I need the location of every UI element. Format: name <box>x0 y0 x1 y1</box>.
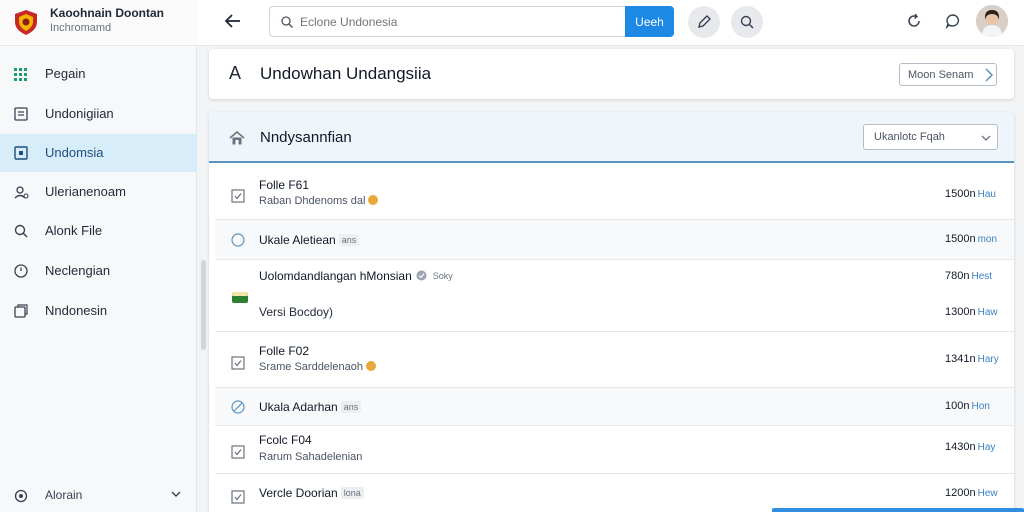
next-button[interactable]: Moon Senam <box>899 63 997 86</box>
chat-bubble-icon[interactable] <box>944 12 962 30</box>
edit-button[interactable] <box>688 6 720 38</box>
item-size: 100n Hon <box>945 400 990 412</box>
progress-indicator <box>772 508 1024 512</box>
back-arrow-icon[interactable] <box>222 10 244 32</box>
item-subtitle: Raban Dhdenoms dal <box>259 195 379 207</box>
document-icon <box>14 107 28 121</box>
checkbox-icon[interactable] <box>231 189 245 203</box>
file-list-panel: Nndysannfian Ukanlotc Fqah Folle F61 Rab… <box>209 112 1014 512</box>
list-item[interactable]: Uolomdandlangan hMonsian Soky 780n Hest Ve… <box>215 260 1014 332</box>
search-button[interactable]: Ueeh <box>625 6 674 37</box>
package-icon <box>232 292 248 303</box>
chevron-right-icon <box>985 68 994 82</box>
item-title: Ukale Aletiean ans <box>259 233 360 247</box>
verified-icon <box>416 270 427 281</box>
sidebar-item-label: Neclengian <box>45 263 111 278</box>
sidebar-item-label: Undomsia <box>45 145 104 160</box>
item-size: 1430n Hay <box>945 441 996 453</box>
brand-title: Kaoohnain Doontan <box>50 6 164 20</box>
sidebar-item-label: Undonigiian <box>45 106 114 121</box>
next-button-label: Moon Senam <box>908 68 974 81</box>
settings-icon <box>14 489 28 503</box>
item-title: Vercle Doorian lona <box>259 486 364 500</box>
item-tag: Soky <box>432 271 453 281</box>
list-item[interactable]: Vercle Doorian lona 1200n Hew <box>215 474 1014 512</box>
sidebar-item-label: Nndonesin <box>45 303 108 318</box>
item-subtitle: Rarum Sahadelenian <box>259 451 363 463</box>
sidebar-item-nndonesin[interactable]: Nndonesin <box>0 292 197 330</box>
filter-select[interactable]: Ukanlotc Fqah <box>863 124 998 150</box>
circle-icon[interactable] <box>231 233 245 247</box>
sidebar-footer-label: Alorain <box>45 488 83 502</box>
list-item[interactable]: Folle F02 Srame Sarddelenaoh 1341n Hary <box>215 332 1014 388</box>
title-letter: A <box>229 63 242 83</box>
item-tag: ans <box>340 401 362 413</box>
search-input[interactable] <box>300 12 620 32</box>
find-button[interactable] <box>731 6 763 38</box>
item-size: 1500n Hau <box>945 188 996 200</box>
checkbox-icon[interactable] <box>231 356 245 370</box>
sidebar-item-undonigiian[interactable]: Undonigiian <box>0 95 197 133</box>
shield-logo-icon <box>15 10 37 35</box>
list-item[interactable]: Ukale Aletiean ans 1500n mon <box>215 220 1014 260</box>
home-icon <box>229 131 245 145</box>
refresh-icon[interactable] <box>905 12 923 30</box>
sidebar-item-ulerianenoam[interactable]: Ulerianenoam <box>0 173 197 211</box>
list-item[interactable]: Folle F61 Raban Dhdenoms dal 1500n Hau <box>215 165 1014 220</box>
list-header: Nndysannfian Ukanlotc Fqah <box>209 112 1014 163</box>
chevron-down-icon <box>171 491 181 497</box>
checkbox-icon[interactable] <box>231 490 245 504</box>
list-item[interactable]: Fcolc F04 Rarum Sahadelenian 1430n Hay <box>215 426 1014 474</box>
sidebar-item-undomsia[interactable]: Undomsia <box>0 134 197 172</box>
brand-header: Kaoohnain Doontan Inchromamd <box>0 0 197 46</box>
square-icon <box>14 146 28 160</box>
sidebar: Kaoohnain Doontan Inchromamd Pegain Undo… <box>0 0 197 512</box>
checkbox-icon[interactable] <box>231 445 245 459</box>
avatar[interactable] <box>976 5 1008 37</box>
item-tag: lona <box>340 487 364 499</box>
user-avatar-image <box>976 5 1008 37</box>
item-size: 1300n Haw <box>945 306 998 318</box>
sidebar-item-label: Ulerianenoam <box>45 184 126 199</box>
user-icon <box>14 186 29 199</box>
sidebar-item-label: Pegain <box>45 66 86 81</box>
item-subtitle: Srame Sarddelenaoh <box>259 361 376 373</box>
item-title: Uolomdandlangan hMonsian Soky <box>259 269 456 283</box>
page-title: Undowhan Undangsiia <box>260 64 432 83</box>
sidebar-item-neclengian[interactable]: Neclengian <box>0 252 197 290</box>
item-title: Folle F61 <box>259 178 310 192</box>
coin-icon <box>365 361 376 371</box>
item-title: Ukala Adarhan ans <box>259 400 362 414</box>
sidebar-footer[interactable]: Alorain <box>0 478 197 512</box>
sidebar-scrollbar[interactable] <box>201 260 206 350</box>
search-icon <box>740 15 754 29</box>
sidebar-item-pegain[interactable]: Pegain <box>0 55 197 93</box>
list-title: Nndysannfian <box>260 129 352 146</box>
search-icon <box>14 224 28 238</box>
item-title: Fcolc F04 <box>259 433 312 447</box>
item-size: 1200n Hew <box>945 487 998 499</box>
chevron-down-icon <box>981 135 991 141</box>
title-panel: A Undowhan Undangsiia Moon Senam <box>209 49 1014 99</box>
coin-icon <box>368 195 379 205</box>
item-size: 780n Hest <box>945 270 993 282</box>
search-box <box>269 6 674 37</box>
slash-circle-icon[interactable] <box>231 400 245 414</box>
grid-icon <box>14 68 27 81</box>
item-title: Folle F02 <box>259 344 310 358</box>
app-window: Kaoohnain Doontan Inchromamd Pegain Undo… <box>0 0 1024 512</box>
item-tag: ans <box>338 234 360 246</box>
clock-icon <box>14 264 28 278</box>
item-size: 1500n mon <box>945 233 998 245</box>
sidebar-item-label: Alonk File <box>45 223 103 238</box>
pencil-icon <box>698 15 711 28</box>
copy-icon <box>14 304 28 318</box>
item-subtitle: Versi Bocdoy) <box>259 305 334 319</box>
brand-subtitle: Inchromamd <box>50 22 112 34</box>
list-item[interactable]: Ukala Adarhan ans 100n Hon <box>215 388 1014 426</box>
sidebar-item-alonk-file[interactable]: Alonk File <box>0 212 197 250</box>
filter-value: Ukanlotc Fqah <box>874 131 945 143</box>
item-size: 1341n Hary <box>945 353 999 365</box>
search-icon <box>281 16 293 28</box>
